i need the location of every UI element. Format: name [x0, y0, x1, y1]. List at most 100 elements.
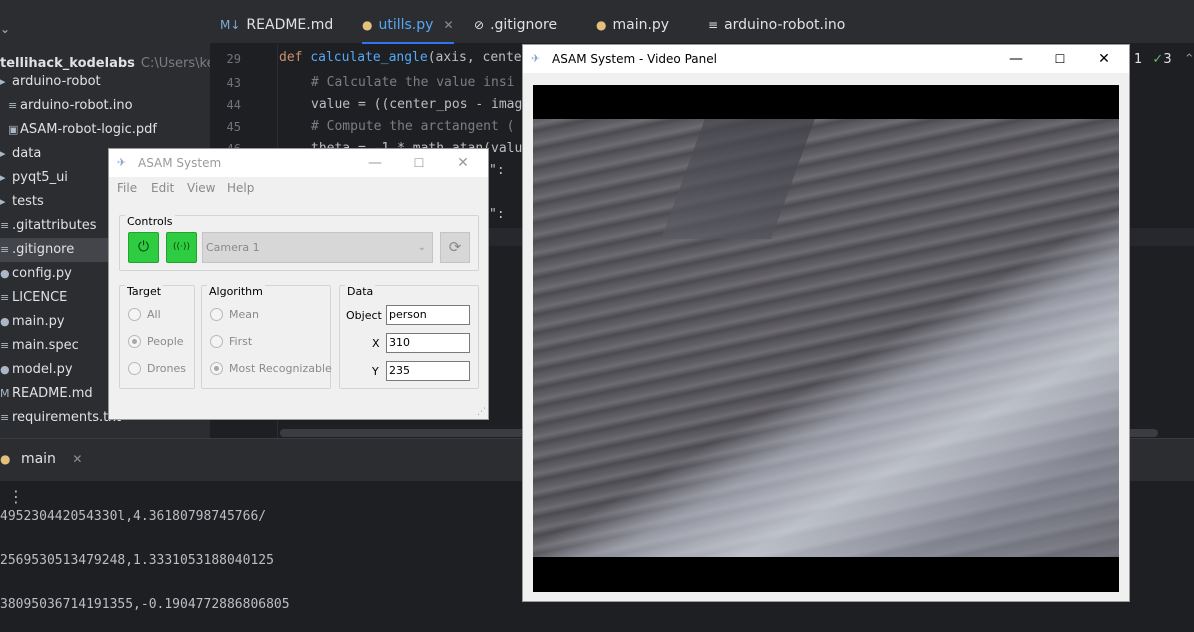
tab-utills[interactable]: ● utills.py ✕: [362, 6, 454, 44]
code-line: # Compute the arctangent (: [311, 119, 515, 134]
menu-edit[interactable]: Edit: [151, 181, 174, 195]
radio-button[interactable]: [210, 307, 223, 321]
python-icon: ●: [0, 267, 10, 280]
radio-button[interactable]: [210, 334, 223, 348]
tab-arduino-robot[interactable]: ≡ arduino-robot.ino: [708, 6, 845, 44]
group-title: Target: [125, 285, 164, 298]
tree-item[interactable]: ● model.py: [0, 358, 73, 382]
tree-item[interactable]: ≡ requirements.txt: [0, 406, 121, 430]
tree-item[interactable]: ● config.py: [0, 262, 72, 286]
refresh-button[interactable]: ⟳: [440, 232, 470, 263]
tab-main-py[interactable]: ● main.py: [596, 6, 669, 44]
console-output-line: 2569530513479248,1.3331053188040125: [0, 553, 274, 568]
code-line: # Calculate the value insi: [311, 75, 515, 90]
y-label: Y: [372, 365, 379, 378]
file-icon: ≡: [0, 291, 10, 304]
tab-label: .gitignore: [490, 17, 558, 33]
roof-beam-shape: [661, 119, 815, 239]
minimize-icon[interactable]: —: [358, 149, 392, 177]
power-button[interactable]: ⏻: [128, 232, 159, 263]
code-line: ":: [489, 163, 505, 178]
target-radio-people[interactable]: People: [128, 334, 184, 349]
tab-readme[interactable]: M↓ README.md: [220, 6, 333, 44]
target-radio-drones[interactable]: Drones: [128, 361, 186, 376]
run-tab-main[interactable]: ● main ✕: [0, 451, 82, 467]
tree-item[interactable]: M README.md: [0, 382, 93, 406]
tree-item-label: main.spec: [12, 338, 79, 353]
menu-view[interactable]: View: [187, 181, 215, 195]
inspection-widget[interactable]: 1 ✓3 ⌃: [1134, 52, 1194, 67]
tree-item-label: pyqt5_ui: [12, 170, 68, 185]
video-panel-window: ✈ ASAM System - Video Panel — ☐ ✕: [522, 44, 1130, 602]
app-icon: ✈: [117, 156, 127, 169]
close-icon[interactable]: ✕: [446, 149, 480, 177]
project-root-label: tellihack_kodelabs: [0, 56, 135, 71]
run-tab-label: main: [20, 451, 56, 467]
maximize-icon[interactable]: ☐: [402, 149, 436, 177]
x-field[interactable]: 310: [386, 333, 470, 353]
tree-item[interactable]: ▣ ASAM-robot-logic.pdf: [8, 118, 157, 142]
file-icon: ≡: [0, 339, 10, 352]
line-number: 45: [226, 120, 241, 134]
algorithm-radio-first[interactable]: First: [210, 334, 252, 349]
more-options-icon[interactable]: ⋮: [8, 487, 24, 506]
radio-button[interactable]: [210, 361, 223, 375]
line-number: 44: [226, 98, 241, 112]
group-title: Controls: [125, 215, 175, 228]
camera-select-value: Camera 1: [206, 241, 260, 254]
code-line: value = ((center_pos - imag: [311, 97, 523, 112]
object-field[interactable]: person: [386, 305, 470, 325]
tree-item[interactable]: ● main.py: [0, 310, 65, 334]
refresh-icon: ⟳: [448, 238, 462, 256]
window-title-bar[interactable]: ✈ ASAM System - Video Panel — ☐ ✕: [523, 45, 1129, 73]
maximize-icon[interactable]: ☐: [1043, 45, 1077, 73]
y-field[interactable]: 235: [386, 361, 470, 381]
data-group: Data Object person X 310 Y 235: [339, 285, 479, 389]
menu-help[interactable]: Help: [227, 181, 254, 195]
tree-item-label: arduino-robot: [12, 74, 101, 89]
collapse-chevron-icon[interactable]: ⌄: [0, 22, 10, 36]
tree-item[interactable]: ≡ LICENCE: [0, 286, 67, 310]
gitignore-icon: ⊘: [474, 18, 485, 32]
editor-tab-bar: M↓ README.md ● utills.py ✕ ⊘ .gitignore ● mai…: [210, 6, 1194, 44]
signal-button[interactable]: ((·)): [166, 232, 197, 263]
tree-item[interactable]: ≡ main.spec: [0, 334, 79, 358]
radio-button[interactable]: [128, 361, 141, 375]
check-icon: ✓: [1152, 52, 1164, 67]
python-icon: ●: [362, 18, 373, 32]
radio-button[interactable]: [128, 307, 141, 321]
tree-item[interactable]: ≡ .gitattributes: [0, 214, 97, 238]
radio-button[interactable]: [128, 334, 141, 348]
resize-grip-icon[interactable]: ⋰: [477, 407, 486, 417]
tree-item[interactable]: ▸ data: [0, 142, 41, 166]
signal-icon: ((·)): [173, 242, 190, 252]
video-frame: [533, 85, 1119, 592]
code-line: def calculate_angle(axis, cente: [279, 50, 522, 65]
console-output-line: 495230442054330l,4.36180798745766/: [0, 509, 267, 524]
target-radio-all[interactable]: All: [128, 307, 161, 322]
line-number: 29: [226, 52, 241, 66]
window-title-bar[interactable]: ✈ ASAM System — ☐ ✕: [109, 149, 488, 177]
algorithm-radio-mean[interactable]: Mean: [210, 307, 259, 322]
algorithm-radio-most-recognizable[interactable]: Most Recognizable: [210, 361, 332, 376]
tab-gitignore[interactable]: ⊘ .gitignore: [474, 6, 557, 44]
camera-select[interactable]: Camera 1 ⌄: [202, 232, 433, 263]
tree-item[interactable]: ▸ arduino-robot: [0, 70, 101, 94]
tree-item-label: README.md: [12, 386, 93, 401]
close-icon[interactable]: ✕: [443, 18, 453, 32]
console-output-line: 38095036714191355,-0.1904772886806805: [0, 597, 290, 612]
menu-file[interactable]: File: [117, 181, 137, 195]
asam-system-window: ✈ ASAM System — ☐ ✕ File Edit View Help …: [108, 148, 489, 420]
close-icon[interactable]: ✕: [1087, 45, 1121, 73]
tree-item[interactable]: ≡ arduino-robot.ino: [8, 94, 133, 118]
tree-item-label: main.py: [12, 314, 65, 329]
menu-bar: File Edit View Help: [109, 177, 488, 199]
tree-item[interactable]: ▸ tests: [0, 190, 44, 214]
tab-label: arduino-robot.ino: [724, 17, 846, 33]
tree-item[interactable]: ▸ pyqt5_ui: [0, 166, 68, 190]
tab-label: main.py: [612, 17, 670, 33]
minimize-icon[interactable]: —: [999, 45, 1033, 73]
tree-item-label: .gitattributes: [12, 218, 97, 233]
chevron-up-icon[interactable]: ⌃: [1184, 52, 1194, 67]
close-icon[interactable]: ✕: [72, 452, 82, 466]
